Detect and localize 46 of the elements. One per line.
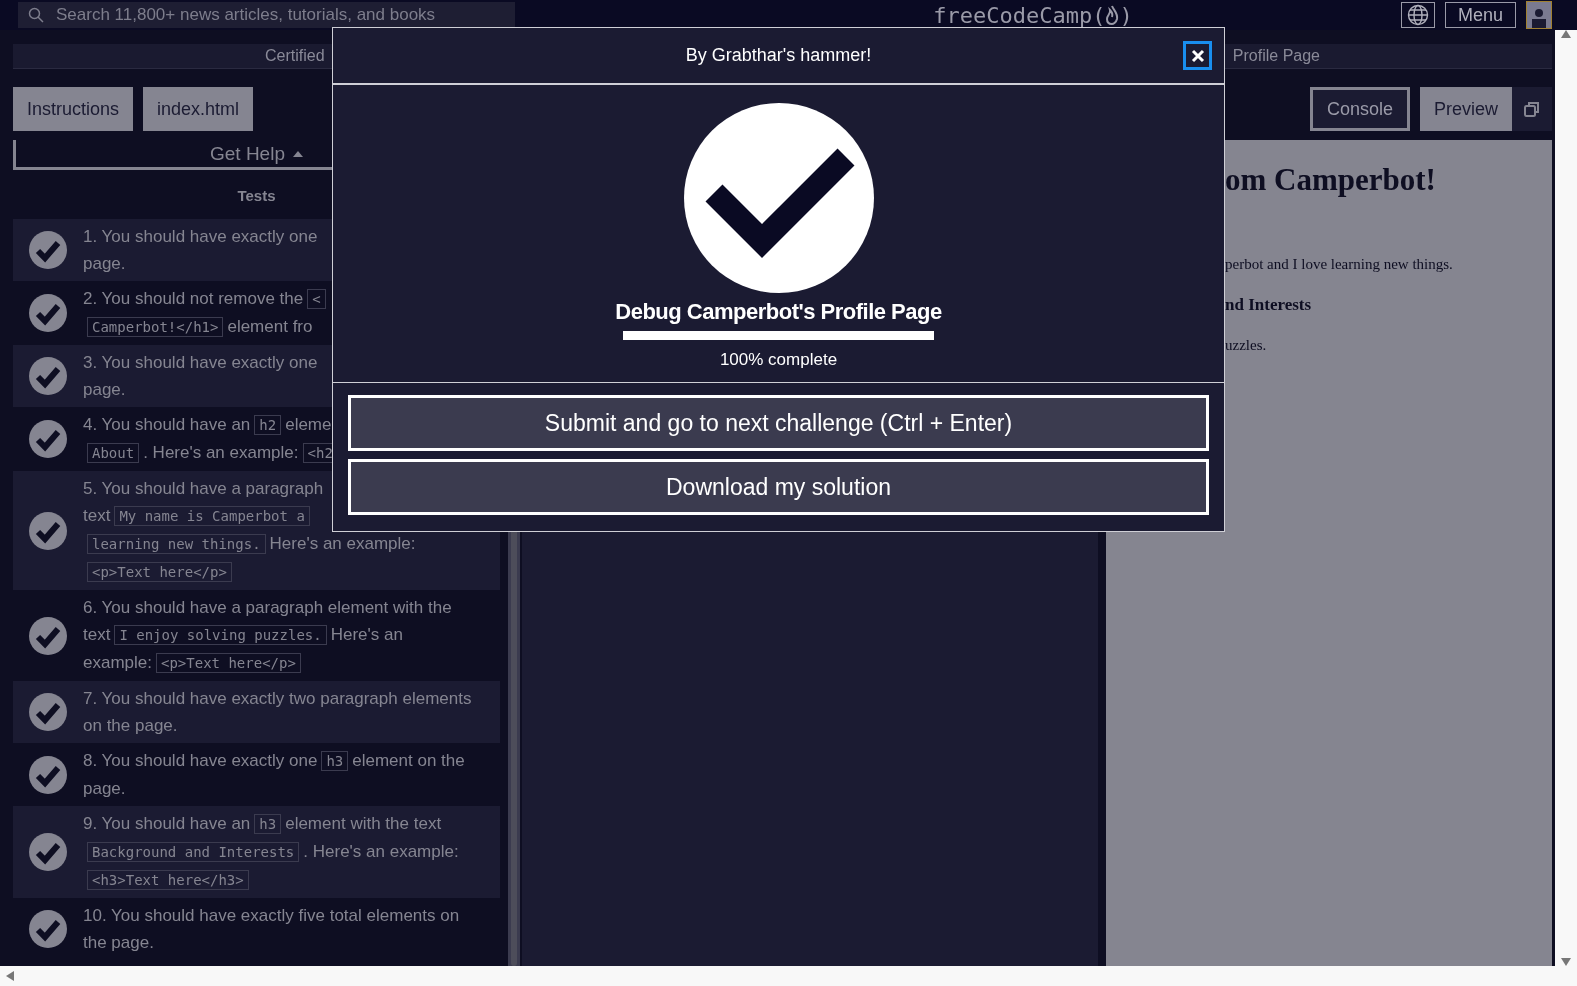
tab[interactable]: Console: [1309, 87, 1410, 131]
tab[interactable]: Preview: [1419, 87, 1512, 131]
test-description: 7. You should have exactly two paragraph elements on the page.: [83, 688, 472, 737]
test-description: 10. You should have exactly five total elements on the page.: [83, 905, 460, 954]
breadcrumb-link[interactable]: Profile Page: [1232, 47, 1320, 65]
windows-icon: [1523, 100, 1541, 118]
breadcrumb-link[interactable]: Certified: [265, 47, 325, 65]
tab[interactable]: index.html: [143, 87, 254, 131]
test-description: 8. You should have exactly one h3 element on the page.: [83, 750, 465, 800]
dialog-button[interactable]: Download my solution: [348, 459, 1209, 515]
preview-paragraph: perbot and I love learning new things.: [1225, 256, 1454, 273]
search-input[interactable]: Search 11,800+ news articles, tutorials, and books: [54, 4, 505, 26]
globe-icon: [1406, 4, 1429, 26]
down-arrow-icon[interactable]: [1561, 958, 1571, 966]
scrollbar[interactable]: [0, 966, 1577, 986]
search-icon: [28, 7, 44, 23]
globe-button[interactable]: [1400, 2, 1435, 28]
up-arrow-icon[interactable]: [1561, 30, 1571, 38]
logo-paren: (: [1092, 2, 1106, 28]
tab[interactable]: Instructions: [13, 87, 134, 131]
avatar-icon[interactable]: [1526, 1, 1552, 29]
progress-text: 100% complete: [719, 350, 838, 370]
popout-button[interactable]: [1512, 87, 1552, 131]
tests-heading: Tests: [236, 186, 277, 206]
flame-icon: [1105, 5, 1120, 25]
test-description: 6. You should have a paragraph element with the text I enjoy solving puzzles. Here's an example: <p>Text here</p>: [83, 597, 452, 675]
close-icon: [1190, 48, 1205, 63]
left-arrow-icon[interactable]: [6, 971, 14, 981]
test-description: 2. You should not remove the < Camperbot!</h1> element fro: [83, 285, 330, 341]
challenge-title: Debug Camperbot's Profile Page: [615, 299, 942, 325]
scrollbar[interactable]: [1555, 30, 1577, 966]
dialog-button[interactable]: Submit and go to next challenge (Ctrl + Enter): [348, 395, 1209, 451]
preview-subheading: nd Interests: [1225, 295, 1313, 315]
logo-paren: ): [1119, 2, 1133, 28]
check-circle-icon: [683, 103, 874, 293]
close-button[interactable]: [1183, 41, 1212, 70]
preview-heading: om Camperbot!: [1225, 162, 1437, 198]
test-description: 3. You should have exactly one page.: [83, 352, 318, 401]
test-description: 1. You should have exactly one page.: [83, 226, 318, 275]
caret-icon: [293, 150, 303, 157]
search-field[interactable]: Search 11,800+ news articles, tutorials, and books: [18, 2, 515, 28]
test-description: 9. You should have an h3 element with the text Background and Interests . Here's an example: <h3>Text here</h3>: [83, 813, 459, 892]
preview-paragraph: uzzles.: [1225, 337, 1268, 354]
logo-text[interactable]: freeCodeCamp: [933, 2, 1093, 28]
dialog-title: By Grabthar's hammer!: [685, 45, 872, 66]
menu-button[interactable]: Menu: [1444, 2, 1516, 28]
